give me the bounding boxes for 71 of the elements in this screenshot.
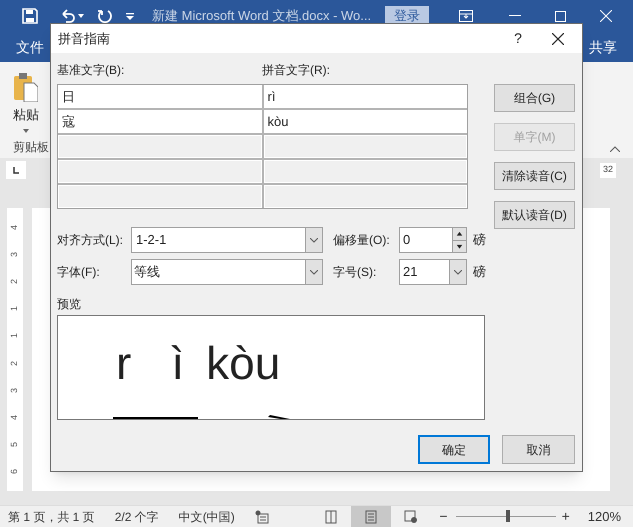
ribbon-tab[interactable]: 共享 xyxy=(589,36,617,58)
chevron-down-icon xyxy=(310,270,318,274)
macro-icon[interactable] xyxy=(254,510,269,524)
ruler-number: 3 xyxy=(10,252,20,258)
offset-spinner[interactable]: 0 xyxy=(399,227,467,253)
group-label: 剪贴板 xyxy=(13,139,49,156)
caret-icon[interactable] xyxy=(78,14,84,18)
font-dropdown[interactable]: 等线 xyxy=(131,259,323,285)
ruler-number: 1 xyxy=(10,333,20,338)
cancel-button[interactable]: 取消 xyxy=(502,435,575,464)
alignment-dropdown[interactable]: 1-2-1 xyxy=(131,227,323,253)
base-text-field[interactable]: 寇 xyxy=(58,110,262,133)
ruler-number: 6 xyxy=(10,468,20,474)
ruler-number: 4 xyxy=(10,414,20,420)
font-label: 字体(F): xyxy=(57,264,101,281)
unit-label: 磅 xyxy=(473,231,486,250)
web-layout-icon xyxy=(404,510,418,524)
paste-icon[interactable] xyxy=(14,72,38,102)
paste-label[interactable]: 粘贴 xyxy=(13,105,39,124)
ruby-preview-text: kòu xyxy=(206,340,280,386)
dialog-button[interactable]: 组合(G) xyxy=(494,84,575,112)
base-text-label: 基准文字(B): xyxy=(57,62,126,79)
size-label: 字号(S): xyxy=(333,264,378,281)
base-text-field[interactable]: 日 xyxy=(58,85,262,108)
collapse-icon[interactable] xyxy=(610,146,620,152)
language-status[interactable]: 中文(中国) xyxy=(178,508,235,526)
zoom-slider-thumb[interactable] xyxy=(506,510,510,522)
ruby-preview-text: r xyxy=(116,340,132,386)
chevron-down-icon xyxy=(310,238,318,242)
undo-icon[interactable] xyxy=(60,8,76,24)
ruler-number: 32 xyxy=(602,163,613,176)
ruler-number: 1 xyxy=(10,306,20,312)
ribbon-display-icon[interactable] xyxy=(459,10,474,22)
read-mode-icon xyxy=(324,510,338,524)
dialog-button[interactable]: 清除读音(C) xyxy=(494,162,575,190)
zoom-level[interactable]: 120% xyxy=(588,506,621,526)
ok-button[interactable]: 确定 xyxy=(418,435,490,464)
close-icon[interactable] xyxy=(552,32,564,44)
ruby-text-label: 拼音文字(R): xyxy=(262,62,330,79)
ruby-text-field[interactable]: rì xyxy=(264,85,467,108)
ruler-number: 4 xyxy=(10,225,20,230)
chevron-down-icon xyxy=(454,270,462,274)
print-layout-icon xyxy=(364,510,378,524)
word-count[interactable]: 2/2 个字 xyxy=(114,508,159,526)
ribbon-tab[interactable]: 文件 xyxy=(16,36,44,58)
save-icon[interactable] xyxy=(22,8,38,24)
ruby-preview-text: ì xyxy=(171,340,184,386)
ruler-number: 5 xyxy=(10,442,20,447)
dialog-title: 拼音指南 xyxy=(58,30,110,48)
dialog-button[interactable]: 默认读音(D) xyxy=(494,201,575,229)
page-count: 第 1 页，共 1 页 xyxy=(8,508,95,526)
offset-label: 偏移量(O): xyxy=(333,232,391,249)
help-button[interactable]: ? xyxy=(508,28,528,49)
alignment-label: 对齐方式(L): xyxy=(57,232,124,249)
caret-icon[interactable] xyxy=(23,128,29,132)
tab-stop-icon[interactable] xyxy=(6,161,26,179)
size-dropdown[interactable]: 21 xyxy=(399,259,467,285)
view-button[interactable] xyxy=(351,506,392,527)
ruler-number: 2 xyxy=(10,279,20,284)
window-title: 新建 Microsoft Word 文档.docx - Wo... xyxy=(152,7,372,26)
ruler-number: 2 xyxy=(10,360,20,366)
customize-icon[interactable] xyxy=(126,12,134,20)
ruby-text-field[interactable]: kòu xyxy=(264,110,467,133)
redo-icon[interactable] xyxy=(98,8,113,24)
maximize-icon[interactable] xyxy=(555,10,566,22)
preview-label: 预览 xyxy=(57,296,82,311)
ruler-number: 3 xyxy=(10,388,20,393)
minimize-icon[interactable] xyxy=(509,15,522,17)
zoom-in-button[interactable]: + xyxy=(562,506,570,527)
zoom-out-button[interactable]: − xyxy=(439,506,448,527)
unit-label: 磅 xyxy=(473,263,486,282)
